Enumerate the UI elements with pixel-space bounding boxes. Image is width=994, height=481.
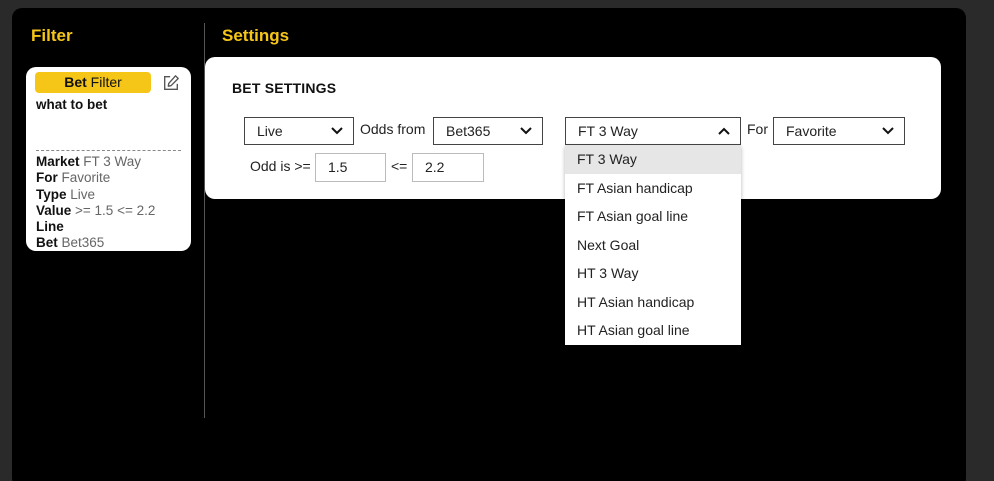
summary-market: Market FT 3 Way [36, 154, 142, 169]
dropdown-option[interactable]: FT 3 Way [565, 145, 741, 174]
summary-divider [36, 150, 181, 151]
dropdown-option[interactable]: HT Asian handicap [565, 288, 741, 317]
bookmaker-select-value: Bet365 [446, 123, 491, 139]
filter-summary: Market FT 3 Way For Favorite Type Live V… [36, 154, 155, 252]
what-to-bet-label: what to bet [36, 97, 108, 112]
max-odd-input[interactable]: 2.2 [412, 153, 484, 182]
for-select[interactable]: Favorite [773, 117, 905, 145]
summary-for: For Favorite [36, 170, 111, 186]
min-odd-input[interactable]: 1.5 [315, 153, 386, 182]
bet-filter-card[interactable]: Bet Filter what to bet Market FT 3 Way F… [26, 67, 191, 251]
dropdown-option[interactable]: FT Asian goal line [565, 202, 741, 231]
dropdown-option[interactable]: HT Asian goal line [565, 316, 741, 345]
chip-bold-label: Bet [64, 74, 87, 90]
summary-line: Line [36, 219, 64, 235]
chevron-down-icon [331, 127, 343, 135]
market-select-value: FT 3 Way [578, 123, 638, 139]
chevron-up-icon [718, 127, 730, 135]
edit-icon[interactable] [162, 74, 180, 92]
dropdown-option[interactable]: Next Goal [565, 231, 741, 260]
market-dropdown-list: FT 3 Way FT Asian handicap FT Asian goal… [565, 145, 741, 345]
chevron-down-icon [520, 127, 532, 135]
type-select[interactable]: Live [244, 117, 354, 145]
summary-type: Type Live [36, 186, 96, 202]
bet-settings-heading: BET SETTINGS [232, 80, 337, 96]
summary-value: Value >= 1.5 <= 2.2 [36, 202, 156, 218]
bet-filter-chip: Bet Filter [35, 72, 151, 93]
dropdown-option[interactable]: HT 3 Way [565, 259, 741, 288]
type-select-value: Live [257, 123, 283, 139]
filter-title: Filter [31, 26, 73, 45]
dropdown-option[interactable]: FT Asian handicap [565, 174, 741, 203]
chip-label: Filter [86, 74, 122, 90]
chevron-down-icon [882, 127, 894, 135]
summary-bet: Bet Bet365 [36, 235, 105, 251]
settings-title: Settings [222, 26, 290, 45]
market-select[interactable]: FT 3 Way [565, 117, 741, 145]
for-select-value: Favorite [786, 123, 837, 139]
odds-from-label: Odds from [360, 121, 426, 137]
bookmaker-select[interactable]: Bet365 [433, 117, 543, 145]
le-label: <= [391, 158, 408, 174]
for-label: For [747, 121, 768, 137]
odd-is-label: Odd is >= [250, 158, 311, 174]
